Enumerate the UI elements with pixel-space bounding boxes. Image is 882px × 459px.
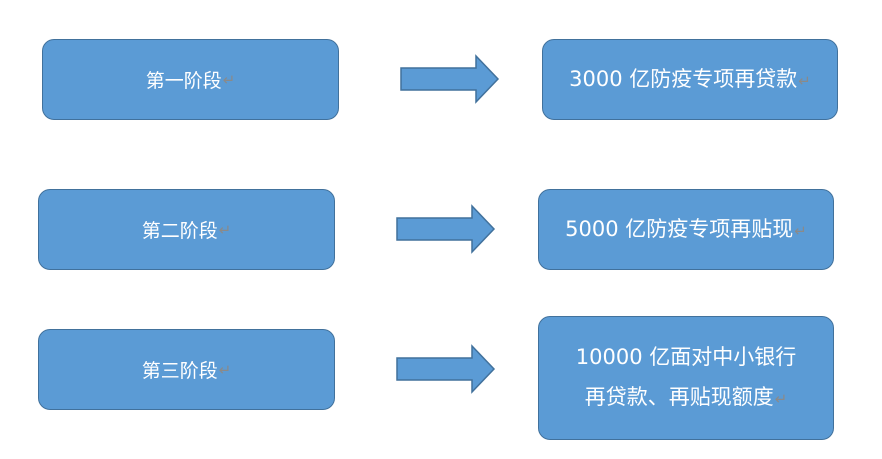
result-1-box: 3000 亿防疫专项再贷款↵ bbox=[542, 39, 838, 120]
stage-3-box: 第三阶段 ↵ bbox=[38, 329, 335, 410]
paragraph-mark-icon: ↵ bbox=[774, 390, 788, 408]
result-3-line-2: 再贷款、再贴现额度 bbox=[584, 385, 774, 409]
stage-2-box: 第二阶段 ↵ bbox=[38, 189, 335, 270]
paragraph-mark-icon: ↵ bbox=[222, 70, 236, 89]
result-3-box: 10000 亿面对中小银行 再贷款、再贴现额度↵ bbox=[538, 316, 834, 440]
result-2-box: 5000 亿防疫专项再贴现↵ bbox=[538, 189, 834, 270]
paragraph-mark-icon: ↵ bbox=[798, 71, 811, 90]
stage-2-label: 第二阶段 bbox=[141, 220, 218, 242]
stage-1-box: 第一阶段 ↵ bbox=[42, 39, 339, 120]
paragraph-mark-icon: ↵ bbox=[218, 360, 232, 379]
arrow-right-icon-2 bbox=[396, 204, 496, 254]
arrow-right-icon-3 bbox=[396, 344, 496, 394]
result-1-line-1: 3000 亿防疫专项再贷款 bbox=[569, 66, 798, 91]
stage-3-label: 第三阶段 bbox=[141, 360, 218, 382]
paragraph-mark-icon: ↵ bbox=[794, 221, 807, 240]
result-3-line-1: 10000 亿面对中小银行 bbox=[575, 345, 797, 370]
paragraph-mark-icon: ↵ bbox=[218, 220, 232, 239]
result-2-line-1: 5000 亿防疫专项再贴现 bbox=[565, 216, 794, 241]
arrow-right-icon-1 bbox=[400, 54, 500, 104]
stage-1-label: 第一阶段 bbox=[145, 70, 222, 92]
